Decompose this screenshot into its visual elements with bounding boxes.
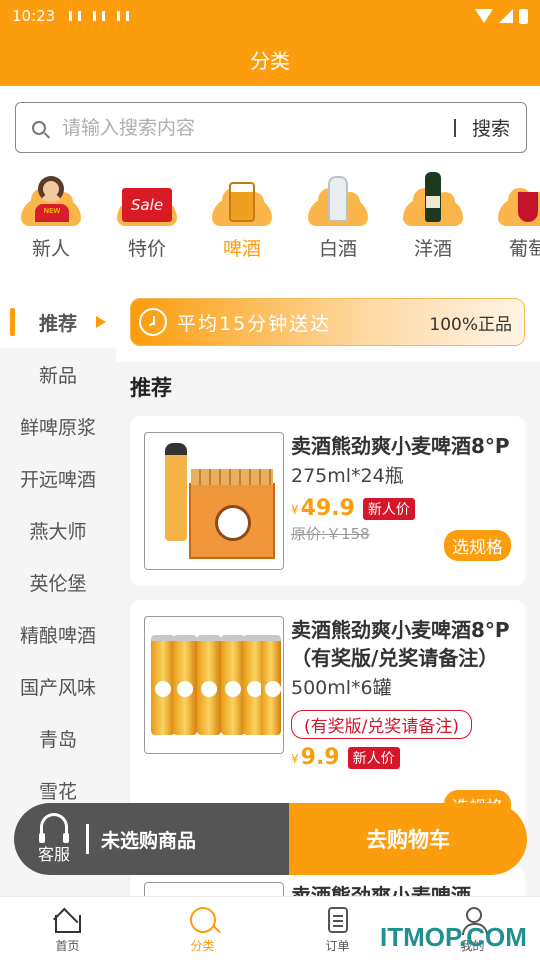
- sidebar-item-label: 燕大师: [29, 520, 87, 543]
- product-spec: 275ml*24瓶: [291, 465, 404, 487]
- sidebar-item-label: 国产风味: [19, 676, 96, 699]
- category-icon: [189, 907, 216, 933]
- sidebar-item-fresh-draft[interactable]: 鲜啤原浆: [0, 400, 116, 452]
- sale-icon: Sale: [115, 168, 179, 226]
- section-title: 推荐: [130, 376, 172, 400]
- cart-empty-text: 未选购商品: [101, 829, 197, 852]
- product-image[interactable]: [144, 432, 284, 570]
- product-info: 卖酒熊劲爽小麦啤酒8°P（有奖版/兑奖请备注） 500ml*6罐 (有奖版/兑奖…: [291, 616, 513, 770]
- app-header: 分类: [0, 32, 540, 86]
- price-row: ¥ 49.9 新人价: [291, 496, 513, 521]
- category-label: 白酒: [318, 238, 357, 260]
- battery-icon: [519, 8, 528, 24]
- sidebar-item-craft[interactable]: 精酿啤酒: [0, 608, 116, 660]
- promo-tag: (有奖版/兑奖请备注): [291, 710, 472, 739]
- page-title: 分类: [250, 48, 290, 73]
- category-label: 新人: [31, 238, 70, 260]
- category-label: 啤酒: [222, 238, 261, 260]
- sidebar-item-yandashi[interactable]: 燕大师: [0, 504, 116, 556]
- currency-symbol: ¥: [291, 752, 299, 766]
- order-icon: [327, 907, 348, 933]
- delivery-banner: 平均15分钟送达 100%正品: [130, 298, 525, 346]
- customer-service-button[interactable]: 客服: [36, 813, 72, 865]
- sidebar-item-recommend[interactable]: 推荐: [0, 296, 116, 348]
- product-price: 9.9: [300, 745, 340, 770]
- wine-icon: [496, 168, 540, 226]
- category-new-user[interactable]: NEW 新人: [11, 168, 91, 261]
- search-bar[interactable]: 搜索: [15, 102, 527, 153]
- sidebar-item-new[interactable]: 新品: [0, 348, 116, 400]
- baijiu-icon: [306, 168, 370, 226]
- beer-icon: [210, 168, 274, 226]
- category-label: 特价: [127, 238, 166, 260]
- new-user-price-tag: 新人价: [347, 746, 400, 769]
- cart-summary[interactable]: 客服 未选购商品: [14, 803, 289, 875]
- clock-icon: [139, 308, 167, 336]
- category-wine[interactable]: 葡萄: [488, 168, 540, 261]
- product-name: 卖酒熊劲爽小麦啤酒: [291, 884, 471, 896]
- product-image[interactable]: [144, 882, 284, 896]
- category-sale[interactable]: Sale 特价: [107, 168, 187, 261]
- headset-icon: [39, 813, 69, 843]
- sidebar-item-label: 雪花: [38, 780, 77, 803]
- sidebar-item-label: 英伦堡: [29, 572, 87, 595]
- price-row: ¥ 9.9 新人价: [291, 745, 513, 770]
- currency-symbol: ¥: [291, 503, 299, 517]
- nav-category[interactable]: 分类: [135, 897, 270, 960]
- product-card[interactable]: 卖酒熊劲爽小麦啤酒8°P（有奖版/兑奖请备注） 500ml*6罐 (有奖版/兑奖…: [130, 600, 525, 830]
- sidebar-item-label: 新品: [38, 364, 77, 387]
- category-liquor[interactable]: 洋酒: [393, 168, 473, 261]
- category-label: 葡萄: [508, 238, 540, 260]
- go-to-cart-button[interactable]: 去购物车: [289, 803, 527, 875]
- nav-home[interactable]: 首页: [0, 897, 135, 960]
- sidebar-item-label: 开远啤酒: [19, 468, 96, 491]
- product-name: 卖酒熊劲爽小麦啤酒8°P: [291, 434, 510, 458]
- banner-text: 平均15分钟送达: [177, 312, 332, 335]
- search-icon: [16, 120, 62, 135]
- sidebar-item-label: 鲜啤原浆: [19, 416, 96, 439]
- banner-area: 平均15分钟送达 100%正品: [116, 296, 540, 362]
- notification-icons: [69, 11, 130, 21]
- liquor-icon: [401, 168, 465, 226]
- sidebar-item-domestic[interactable]: 国产风味: [0, 660, 116, 712]
- new-user-icon: NEW: [19, 168, 83, 226]
- product-name: 卖酒熊劲爽小麦啤酒8°P（有奖版/兑奖请备注）: [291, 618, 510, 670]
- category-beer[interactable]: 啤酒: [202, 168, 282, 261]
- signal-icon: [499, 9, 513, 23]
- sidebar-item-yinglunbao[interactable]: 英伦堡: [0, 556, 116, 608]
- nav-label: 订单: [325, 939, 350, 953]
- search-input[interactable]: [62, 116, 454, 139]
- category-strip[interactable]: NEW 新人 Sale 特价 啤酒 白酒 洋酒 葡萄: [0, 168, 540, 278]
- watermark: ITMOP.COM: [380, 922, 527, 952]
- sidebar-item-qingdao[interactable]: 青岛: [0, 712, 116, 764]
- product-image[interactable]: [144, 616, 284, 754]
- product-info: 卖酒熊劲爽小麦啤酒8°P 275ml*24瓶 ¥ 49.9 新人价 原价:￥15…: [291, 432, 513, 544]
- nav-label: 分类: [190, 939, 215, 953]
- arrow-right-icon: [96, 316, 106, 328]
- status-bar: 10:23: [0, 0, 540, 32]
- cart-divider: [86, 824, 89, 854]
- product-card[interactable]: 卖酒熊劲爽小麦啤酒8°P 275ml*24瓶 ¥ 49.9 新人价 原价:￥15…: [130, 416, 525, 586]
- category-baijiu[interactable]: 白酒: [298, 168, 378, 261]
- sidebar-item-label: 推荐: [38, 312, 77, 335]
- home-icon: [54, 915, 81, 933]
- nav-label: 首页: [55, 939, 80, 953]
- search-button[interactable]: 搜索: [456, 114, 526, 141]
- status-time: 10:23: [12, 7, 56, 25]
- sidebar-item-label: 精酿啤酒: [19, 624, 96, 647]
- cart-bar[interactable]: 客服 未选购商品 去购物车: [14, 803, 527, 875]
- new-user-price-tag: 新人价: [362, 497, 415, 520]
- product-spec: 500ml*6罐: [291, 677, 392, 699]
- status-indicators: [475, 8, 528, 24]
- sidebar-item-kaiyuan[interactable]: 开远啤酒: [0, 452, 116, 504]
- customer-service-label: 客服: [37, 845, 70, 864]
- authentic-badge: 100%正品: [429, 314, 512, 335]
- product-price: 49.9: [300, 496, 355, 521]
- category-label: 洋酒: [413, 238, 452, 260]
- select-spec-button[interactable]: 选规格: [444, 530, 511, 561]
- product-info: 卖酒熊劲爽小麦啤酒: [291, 882, 513, 896]
- wifi-icon: [475, 9, 493, 23]
- sidebar-item-label: 青岛: [38, 728, 77, 751]
